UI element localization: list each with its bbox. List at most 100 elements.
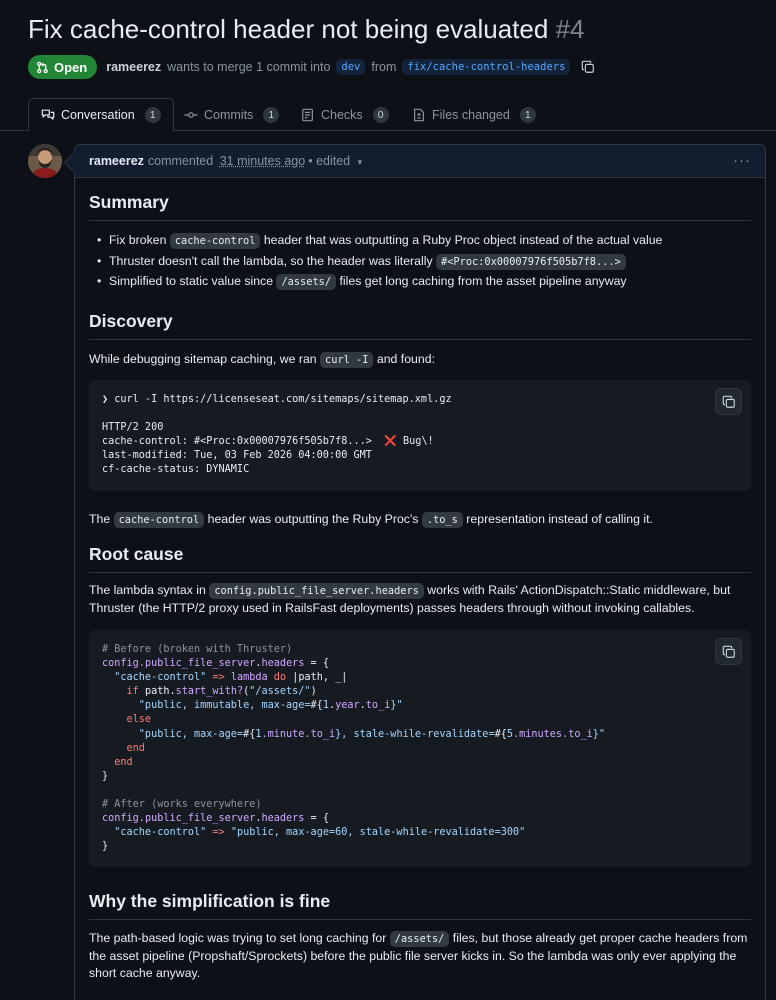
root-cause-code-block: # Before (broken with Thruster) config.p… <box>89 630 751 867</box>
discovery-heading: Discovery <box>89 311 751 340</box>
list-item-text: header that was outputting a Ruby Proc o… <box>260 233 662 247</box>
copy-code-button[interactable] <box>715 638 742 665</box>
comment-timestamp-link[interactable]: 31 minutes ago <box>220 154 305 168</box>
head-branch-link[interactable]: fix/cache-control-headers <box>402 59 570 75</box>
inline-code: .to_s <box>422 512 463 528</box>
paragraph-text: The <box>89 512 114 526</box>
tab-files-changed[interactable]: Files changed 1 <box>400 98 548 131</box>
tab-conversation[interactable]: Conversation 1 <box>28 98 174 132</box>
comment-card: rameerez commented 31 minutes ago • edit… <box>74 144 766 1000</box>
code-token: .minutes.to_i <box>513 729 593 740</box>
code-token: start_with? <box>176 686 243 697</box>
tab-conversation-label: Conversation <box>61 108 135 122</box>
checklist-icon <box>301 108 315 122</box>
inline-code: /assets/ <box>390 931 450 947</box>
list-item: Simplified to static value since /assets… <box>89 272 662 293</box>
list-item-text: Fix broken <box>109 233 170 247</box>
discovery-outro: The cache-control header was outputting … <box>89 511 751 529</box>
tab-checks[interactable]: Checks 0 <box>289 98 401 131</box>
code-line: cf-cache-status: DYNAMIC <box>102 464 249 475</box>
code-token: => <box>206 827 231 838</box>
tab-files-changed-label: Files changed <box>432 108 510 122</box>
why-heading: Why the simplification is fine <box>89 891 751 920</box>
tab-conversation-count: 1 <box>145 107 161 123</box>
code-token: headers <box>261 658 304 669</box>
discovery-intro: While debugging sitemap caching, we ran … <box>89 351 751 369</box>
pr-meta: Open rameerez wants to merge 1 commit in… <box>28 55 596 79</box>
more-options-icon[interactable]: ··· <box>733 152 751 169</box>
paragraph-text: and found: <box>373 352 435 366</box>
code-token: end <box>102 743 145 754</box>
list-item: Thruster doesn't call the lambda, so the… <box>89 252 662 273</box>
code-token: year <box>335 700 360 711</box>
copy-code-button[interactable] <box>715 388 742 415</box>
code-token: }, stale-while-revalidate= <box>335 729 494 740</box>
code-token: config. <box>102 813 145 824</box>
code-line: Bug\! <box>403 436 434 447</box>
avatar[interactable] <box>28 144 62 178</box>
code-token: headers <box>261 813 304 824</box>
pr-title-text: Fix cache-control header not being evalu… <box>28 14 548 44</box>
list-item-text: files get long caching from the asset pi… <box>336 274 627 288</box>
pr-title: Fix cache-control header not being evalu… <box>28 14 585 45</box>
discovery-code-block: ❯ curl -I https://licenseseat.com/sitema… <box>89 380 751 491</box>
tab-checks-count: 0 <box>373 107 389 123</box>
code-token: = { <box>304 658 329 669</box>
merge-from-text: from <box>371 60 396 74</box>
tab-commits[interactable]: Commits 1 <box>172 98 291 131</box>
list-item: Fix broken cache-control header that was… <box>89 231 662 252</box>
comment-header: rameerez commented 31 minutes ago • edit… <box>75 145 765 178</box>
inline-code: curl -I <box>320 352 373 368</box>
comment-author-link[interactable]: rameerez <box>89 154 144 168</box>
code-token: #{ <box>495 729 507 740</box>
code-token: #{ <box>311 700 323 711</box>
list-item-text: Simplified to static value since <box>109 274 276 288</box>
code-token: "/assets/" <box>249 686 310 697</box>
code-token: |path, _| <box>286 672 347 683</box>
state-label: Open <box>54 60 87 75</box>
comment-discussion-icon <box>41 108 55 122</box>
file-diff-icon <box>412 108 426 122</box>
code-token: } <box>102 841 108 852</box>
code-token: #{ <box>243 729 255 740</box>
code-token: to_i <box>366 700 391 711</box>
code-content: ❯ curl -I https://licenseseat.com/sitema… <box>102 393 452 478</box>
paragraph-text: representation instead of calling it. <box>463 512 653 526</box>
code-comment: # Before (broken with Thruster) <box>102 644 292 655</box>
code-token: "public, immutable, max-age= <box>102 700 311 711</box>
pr-tabs: Conversation 1 Commits 1 Checks 0 Files … <box>0 98 776 131</box>
root-cause-heading: Root cause <box>89 544 751 573</box>
code-token: "public, max-age=60, stale-while-revalid… <box>231 827 525 838</box>
code-token: "cache-control" <box>102 672 206 683</box>
inline-code: config.public_file_server.headers <box>209 583 424 599</box>
why-paragraph: The path-based logic was trying to set l… <box>89 930 751 982</box>
pull-request-icon <box>36 61 49 74</box>
copy-branch-icon[interactable] <box>580 59 596 75</box>
code-comment: # After (works everywhere) <box>102 799 261 810</box>
chevron-down-icon: ▾ <box>358 157 363 167</box>
base-branch-link[interactable]: dev <box>336 59 365 75</box>
code-token: lambda <box>231 672 268 683</box>
inline-code: cache-control <box>114 512 205 528</box>
edited-dropdown[interactable]: edited ▾ <box>316 154 362 168</box>
root-cause-paragraph: The lambda syntax in config.public_file_… <box>89 582 751 617</box>
code-token: path. <box>139 686 176 697</box>
code-token: }" <box>390 700 402 711</box>
code-token: do <box>274 672 286 683</box>
tab-commits-label: Commits <box>204 108 253 122</box>
pr-author-link[interactable]: rameerez <box>106 60 161 74</box>
merge-text: wants to merge 1 commit into <box>167 60 330 74</box>
code-token: ) <box>311 686 317 697</box>
code-token: public_file_server <box>145 658 255 669</box>
paragraph-text: header was outputting the Ruby Proc's <box>204 512 422 526</box>
code-token: .minute.to_i <box>262 729 336 740</box>
code-token: }" <box>593 729 605 740</box>
code-line: cache-control: #<Proc:0x00007976f505b7f8… <box>102 436 372 447</box>
code-content: # Before (broken with Thruster) config.p… <box>102 643 605 854</box>
tab-checks-label: Checks <box>321 108 363 122</box>
comment-separator: • <box>308 154 312 168</box>
inline-code: cache-control <box>170 233 261 249</box>
code-token: if <box>102 686 139 697</box>
code-token: config. <box>102 658 145 669</box>
inline-code: /assets/ <box>276 274 336 290</box>
